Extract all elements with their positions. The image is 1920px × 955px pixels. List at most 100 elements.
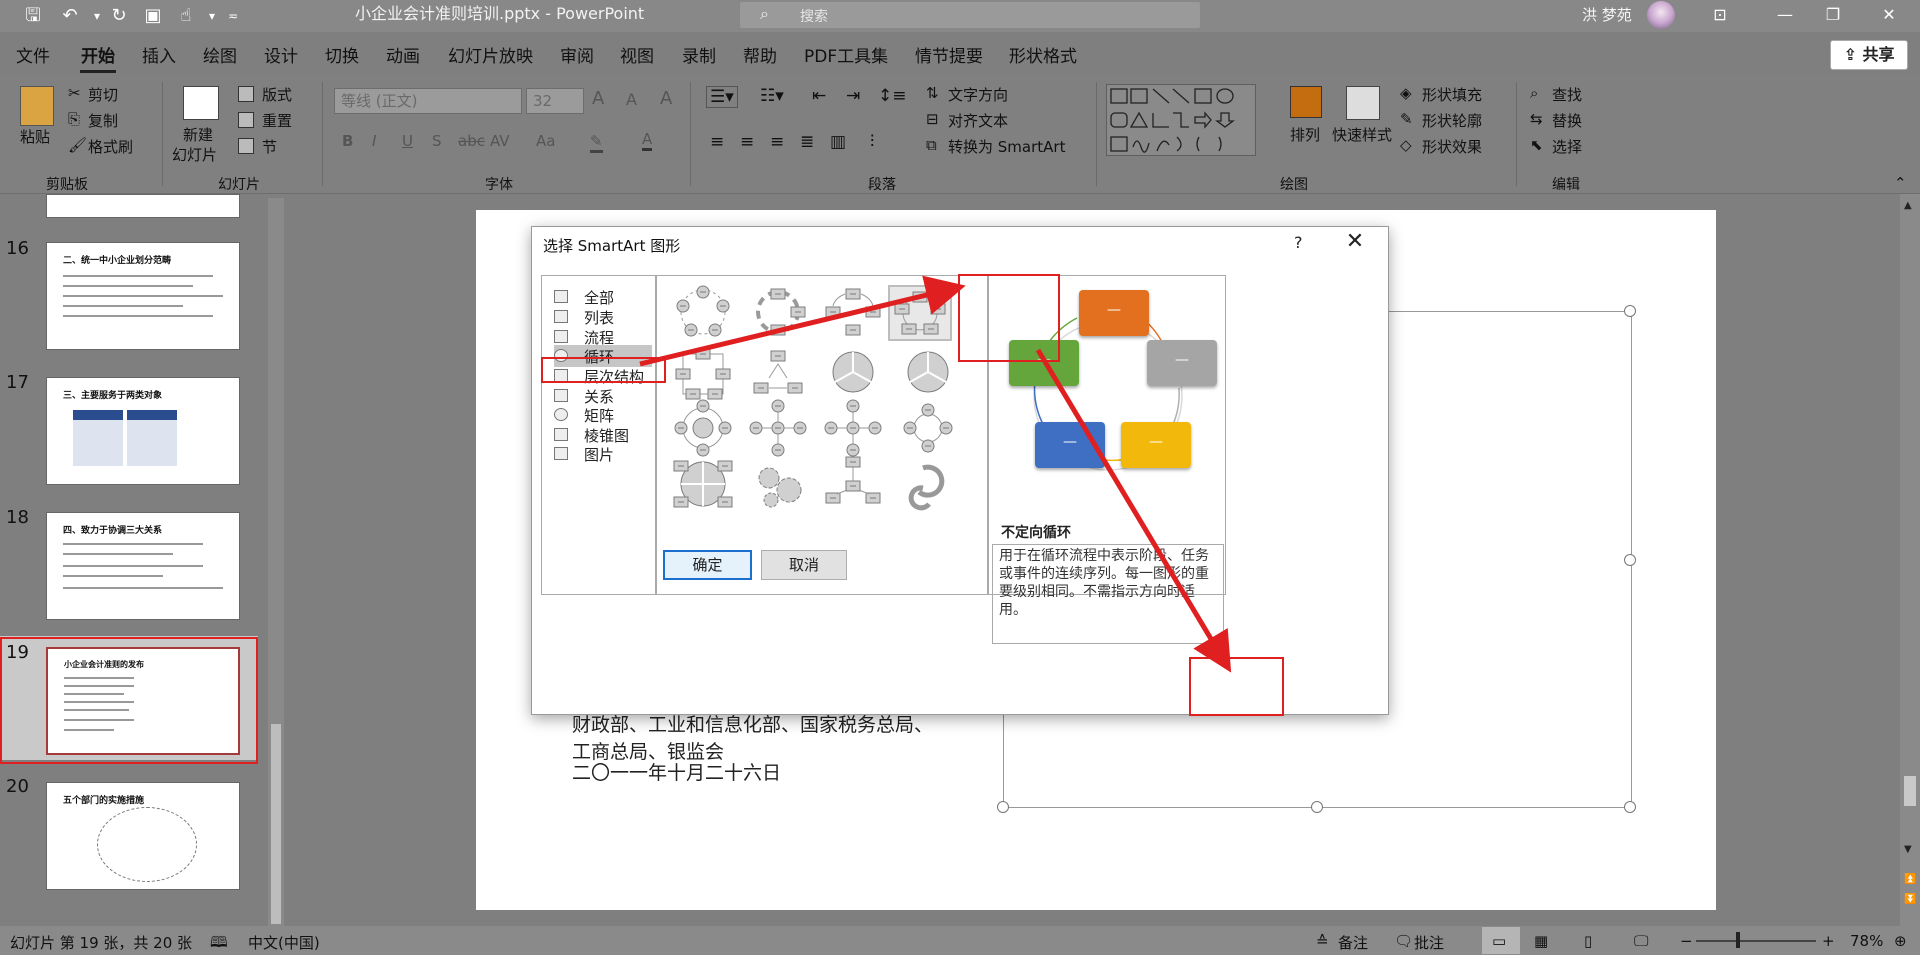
- layout-button[interactable]: 版式: [262, 84, 292, 105]
- save-icon[interactable]: 🖫: [18, 0, 48, 32]
- increase-indent-icon[interactable]: ⇥: [846, 86, 860, 106]
- tab-storyboard[interactable]: 情节提要: [915, 42, 983, 67]
- font-name-box[interactable]: 等线 (正文): [334, 88, 522, 114]
- copy-button[interactable]: 复制: [88, 110, 118, 131]
- category-all[interactable]: 全部: [554, 286, 652, 308]
- text-direction-icon[interactable]: ⇅: [926, 84, 939, 102]
- minimize-icon[interactable]: —: [1762, 0, 1808, 30]
- bold-icon[interactable]: B: [342, 132, 353, 150]
- font-color-icon[interactable]: A: [642, 130, 653, 151]
- tab-transitions[interactable]: 切换: [325, 42, 359, 67]
- help-button[interactable]: ?: [1294, 233, 1303, 252]
- shapes-gallery[interactable]: [1106, 84, 1256, 156]
- ok-button[interactable]: 确定: [663, 550, 752, 580]
- strikethrough-icon[interactable]: abc: [458, 132, 485, 150]
- slideshow-icon[interactable]: 🖵: [1634, 932, 1648, 950]
- shape-fill-icon[interactable]: ◈: [1400, 84, 1412, 102]
- tab-record[interactable]: 录制: [682, 42, 716, 67]
- shape-effects-button[interactable]: 形状效果: [1422, 136, 1482, 157]
- cut-button[interactable]: 剪切: [88, 84, 118, 105]
- quick-styles-button[interactable]: 快速样式: [1332, 124, 1392, 145]
- reset-icon[interactable]: [238, 112, 254, 128]
- reset-button[interactable]: 重置: [262, 110, 292, 131]
- layout-continuous-cycle[interactable]: [675, 348, 731, 400]
- underline-icon[interactable]: U: [402, 132, 413, 150]
- slide-thumbnail-15-partial[interactable]: [46, 194, 240, 218]
- slide-text-line[interactable]: 财政部、工业和信息化部、国家税务总局、 工商总局、银监会: [572, 710, 933, 764]
- previous-slide-icon[interactable]: ⏫: [1904, 874, 1916, 885]
- reading-view-icon[interactable]: ▯: [1584, 932, 1592, 950]
- slide-thumbnail-17[interactable]: 三、主要服务于两类对象: [46, 377, 240, 485]
- align-text-button[interactable]: 对齐文本: [948, 110, 1008, 131]
- change-case-icon[interactable]: Aa: [536, 132, 555, 150]
- slide-thumbnail-20[interactable]: 五个部门的实施措施: [46, 782, 240, 890]
- customize-qat-icon[interactable]: ≂: [218, 0, 248, 32]
- layout-icon[interactable]: [238, 86, 254, 102]
- category-picture[interactable]: 图片: [554, 443, 652, 465]
- layout-segmented-cycle[interactable]: [832, 351, 874, 393]
- next-slide-icon[interactable]: ⏬: [1904, 894, 1916, 905]
- align-right-icon[interactable]: ≡: [770, 132, 784, 152]
- scroll-down-icon[interactable]: ▼: [1904, 844, 1912, 855]
- tab-review[interactable]: 审阅: [560, 42, 594, 67]
- paste-icon[interactable]: [20, 86, 54, 126]
- convert-smartart-icon[interactable]: ⧉: [926, 136, 937, 154]
- layout-basic-pie[interactable]: [907, 351, 949, 393]
- shape-effects-icon[interactable]: ◇: [1400, 136, 1412, 154]
- ribbon-display-icon[interactable]: ⊡: [1697, 0, 1743, 30]
- thumbnails-scrollbar[interactable]: [268, 198, 284, 926]
- copy-icon[interactable]: ⎘: [68, 110, 80, 128]
- zoom-slider[interactable]: [1696, 940, 1816, 942]
- slide-thumbnail-18[interactable]: 四、致力于协调三大关系: [46, 512, 240, 620]
- text-direction-button[interactable]: 文字方向: [948, 84, 1008, 105]
- convert-smartart-button[interactable]: 转换为 SmartArt: [948, 136, 1065, 157]
- align-center-icon[interactable]: ≡: [740, 132, 754, 152]
- collapse-ribbon-icon[interactable]: ⌃: [1894, 174, 1907, 192]
- comments-button[interactable]: 批注: [1414, 932, 1444, 953]
- tab-view[interactable]: 视图: [620, 42, 654, 67]
- search-box[interactable]: ⌕ 搜索: [740, 2, 1200, 28]
- align-text-icon[interactable]: ⊟: [926, 110, 939, 128]
- shrink-font-icon[interactable]: A: [626, 90, 637, 109]
- scrollbar-thumb[interactable]: [271, 724, 281, 924]
- decrease-indent-icon[interactable]: ⇤: [812, 86, 826, 106]
- presentation-icon[interactable]: ▣: [138, 0, 168, 32]
- redo-icon[interactable]: ↻: [104, 0, 134, 32]
- shape-outline-button[interactable]: 形状轮廓: [1422, 110, 1482, 131]
- zoom-in-icon[interactable]: +: [1822, 932, 1835, 950]
- paste-button[interactable]: 粘贴: [20, 126, 50, 147]
- arrange-icon[interactable]: [1290, 86, 1322, 118]
- notes-button[interactable]: 备注: [1338, 932, 1368, 953]
- justify-icon[interactable]: ≣: [800, 132, 814, 152]
- numbering-icon[interactable]: ☷▾: [760, 86, 784, 106]
- tab-file[interactable]: 文件: [16, 42, 50, 67]
- select-icon[interactable]: ⬉: [1530, 136, 1543, 154]
- layout-text-cycle[interactable]: [756, 288, 806, 336]
- avatar[interactable]: [1647, 1, 1675, 29]
- tab-insert[interactable]: 插入: [142, 42, 176, 67]
- italic-icon[interactable]: I: [372, 132, 376, 150]
- replace-icon[interactable]: ⇆: [1530, 110, 1543, 128]
- language-indicator[interactable]: 中文(中国): [248, 932, 320, 953]
- new-slide-button-2[interactable]: 幻灯片: [172, 144, 217, 165]
- layout-radial-venn[interactable]: [903, 403, 953, 453]
- layout-radial-list[interactable]: [825, 456, 881, 504]
- resize-handle[interactable]: [997, 801, 1009, 813]
- resize-handle[interactable]: [1311, 801, 1323, 813]
- undo-icon[interactable]: ↶: [55, 0, 85, 32]
- restore-icon[interactable]: ❐: [1810, 0, 1856, 30]
- layout-radial-cycle[interactable]: [674, 399, 732, 457]
- tab-animations[interactable]: 动画: [386, 42, 420, 67]
- shadow-icon[interactable]: S: [432, 132, 442, 150]
- layout-radial-cluster[interactable]: [749, 399, 807, 457]
- user-name[interactable]: 洪 梦苑: [1582, 4, 1632, 25]
- char-spacing-icon[interactable]: AV: [490, 132, 510, 150]
- close-icon[interactable]: ✕: [1340, 229, 1370, 254]
- tab-slideshow[interactable]: 幻灯片放映: [448, 42, 533, 67]
- tab-shape-format[interactable]: 形状格式: [1009, 42, 1077, 67]
- spellcheck-icon[interactable]: 🕮: [210, 932, 228, 955]
- layout-nondirectional-cycle[interactable]: [888, 285, 952, 341]
- layout-basic-cycle[interactable]: [676, 285, 730, 337]
- slide-thumbnail-16[interactable]: 二、统一中小企业划分范畴: [46, 242, 240, 350]
- tab-help[interactable]: 帮助: [743, 42, 777, 67]
